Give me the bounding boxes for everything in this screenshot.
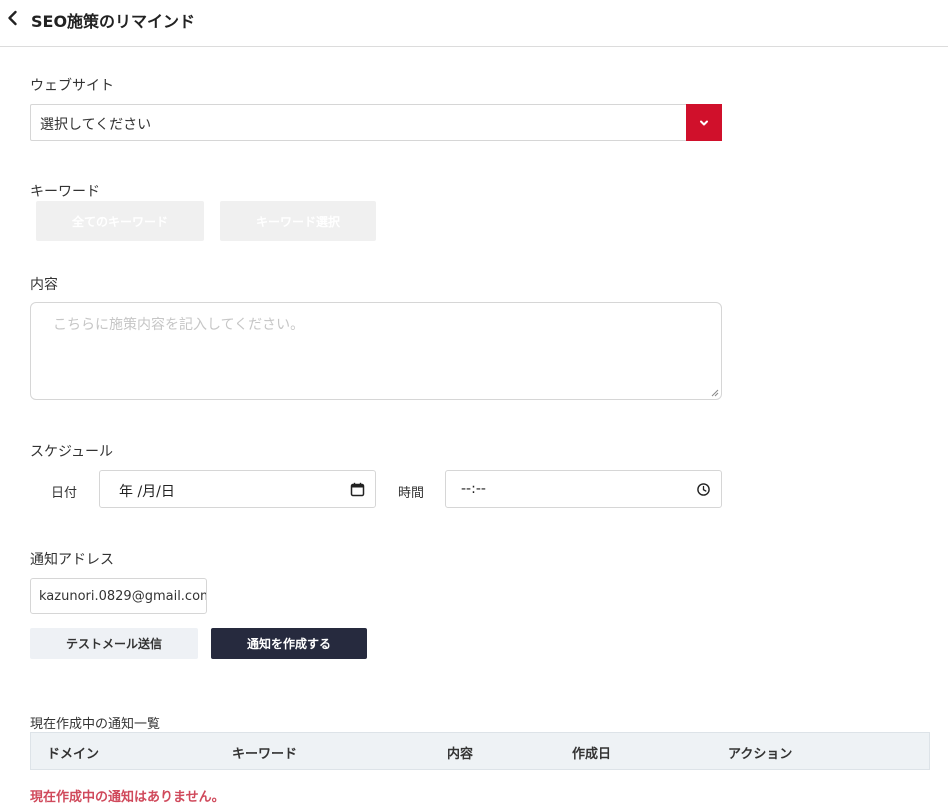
- chevron-left-icon[interactable]: [5, 10, 21, 26]
- schedule-label: スケジュール: [30, 444, 114, 460]
- dropdown-button[interactable]: [686, 104, 722, 141]
- notify-address-label: 通知アドレス: [30, 552, 114, 568]
- empty-list-message: 現在作成中の通知はありません。: [30, 790, 225, 805]
- date-input[interactable]: 年 /月/日: [99, 470, 376, 508]
- keyword-select-button[interactable]: キーワード選択: [220, 201, 376, 241]
- date-input-value: 年 /月/日: [119, 484, 175, 500]
- content-placeholder: こちらに施策内容を記入してください。: [53, 317, 305, 333]
- page-header: SEO施策のリマインド: [0, 0, 948, 47]
- resize-handle-icon[interactable]: [711, 389, 719, 397]
- chevron-down-icon: [700, 120, 708, 125]
- column-header-keyword: キーワード: [232, 747, 298, 762]
- column-header-action: アクション: [728, 747, 793, 762]
- clock-icon[interactable]: [696, 482, 711, 497]
- website-select-value: 選択してください: [40, 117, 152, 133]
- column-header-created-date: 作成日: [572, 747, 612, 762]
- time-input-value: --:--: [461, 481, 486, 497]
- table-header: ドメイン キーワード 内容 作成日 アクション: [30, 732, 930, 770]
- keyword-label: キーワード: [30, 184, 100, 200]
- time-input[interactable]: --:--: [445, 470, 722, 508]
- email-field-value: kazunori.0829@gmail.com: [39, 589, 207, 604]
- time-label: 時間: [398, 486, 425, 501]
- all-keywords-button[interactable]: 全てのキーワード: [36, 201, 204, 241]
- website-select[interactable]: 選択してください: [30, 104, 722, 141]
- column-header-content: 内容: [447, 747, 474, 762]
- website-label: ウェブサイト: [30, 78, 114, 94]
- page-title: SEO施策のリマインド: [31, 12, 196, 31]
- content-label: 内容: [30, 277, 58, 293]
- test-mail-button[interactable]: テストメール送信: [30, 628, 198, 659]
- email-field[interactable]: kazunori.0829@gmail.com: [30, 578, 207, 614]
- calendar-icon[interactable]: [350, 482, 365, 497]
- content-textarea[interactable]: こちらに施策内容を記入してください。: [30, 302, 722, 400]
- column-header-domain: ドメイン: [47, 747, 100, 762]
- notification-list-title: 現在作成中の通知一覧: [30, 717, 161, 732]
- create-notification-button[interactable]: 通知を作成する: [211, 628, 367, 659]
- date-label: 日付: [51, 486, 78, 501]
